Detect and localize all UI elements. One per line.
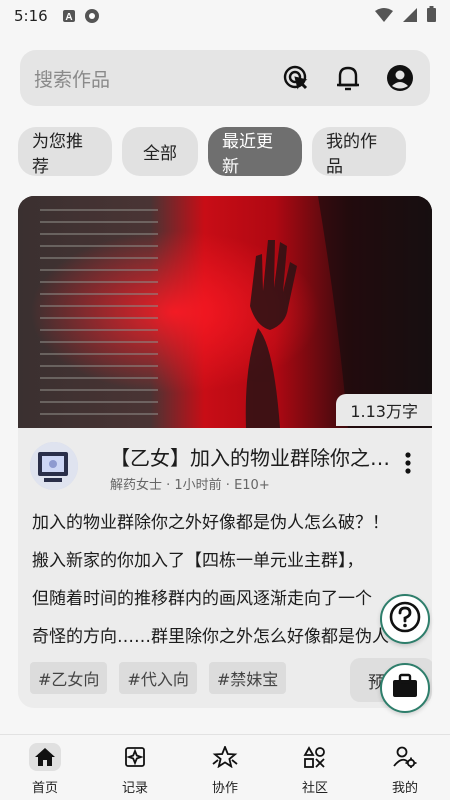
- nav-item-record[interactable]: 记录: [103, 743, 167, 796]
- tag[interactable]: #代入向: [119, 662, 197, 694]
- cover-image[interactable]: 1.13万字: [18, 196, 432, 428]
- word-count-badge: 1.13万字: [336, 394, 432, 426]
- help-button[interactable]: [380, 594, 430, 644]
- wifi-icon: [375, 7, 393, 26]
- tap-icon[interactable]: [280, 62, 312, 94]
- search-input[interactable]: 搜索作品: [34, 65, 280, 92]
- post-excerpt[interactable]: 加入的物业群除你之外好像都是伪人怎么破？！ 搬入新家的你加入了【四栋一单元业主群…: [32, 504, 424, 656]
- filter-chips: 为您推荐 全部 最近更新 我的作品: [18, 127, 406, 177]
- excerpt-line: 奇怪的方向……群里除你之外怎么好像都是伪人: [32, 627, 389, 647]
- tag[interactable]: #禁妹宝: [208, 662, 287, 694]
- status-bar: 5:16 A: [0, 0, 450, 32]
- excerpt-line: 加入的物业群除你之外好像都是伪人怎么破？！: [32, 513, 389, 533]
- svg-text:A: A: [65, 12, 72, 23]
- nav-label: 首页: [31, 781, 58, 796]
- excerpt-line: 但随着时间的推移群内的画风逐渐走向了一个: [32, 589, 372, 609]
- works-button[interactable]: [380, 663, 430, 713]
- filter-chip-recent[interactable]: 最近更新: [208, 127, 302, 177]
- keyboard-a-icon: A: [62, 9, 76, 23]
- bell-icon[interactable]: [332, 62, 364, 94]
- excerpt-line: 搬入新家的你加入了【四栋一单元业主群】，: [32, 551, 364, 571]
- filter-chip-mine[interactable]: 我的作品: [312, 127, 406, 177]
- nav-item-community[interactable]: 社区: [283, 743, 347, 796]
- community-icon: [299, 743, 331, 771]
- filter-chip-recommend[interactable]: 为您推荐: [18, 127, 112, 177]
- nav-item-home[interactable]: 首页: [13, 743, 77, 796]
- profile-icon: [389, 743, 421, 771]
- tag-list: #乙女向 #代入向 #禁妹宝: [30, 662, 287, 694]
- account-icon[interactable]: [384, 62, 416, 94]
- nav-item-profile[interactable]: 我的: [373, 743, 437, 796]
- help-icon: [388, 600, 422, 638]
- avatar[interactable]: [30, 442, 78, 490]
- work-card[interactable]: 1.13万字 【乙女】加入的物业群除你之外好像都是伪人怎么破？ 解药女士 · 1…: [18, 196, 432, 708]
- record-icon: [119, 743, 151, 771]
- cellular-icon: [403, 7, 417, 26]
- post-title[interactable]: 【乙女】加入的物业群除你之外好像都是伪人怎么破？: [110, 442, 395, 471]
- battery-icon: [427, 6, 436, 26]
- nav-item-collab[interactable]: 协作: [193, 743, 257, 796]
- bottom-navigation: 首页 记录 协作 社区 我的: [0, 734, 450, 800]
- more-options-icon[interactable]: [396, 448, 420, 478]
- briefcase-icon: [391, 673, 419, 703]
- post-meta: 解药女士 · 1小时前 · E10+: [110, 478, 270, 493]
- post-header: 【乙女】加入的物业群除你之外好像都是伪人怎么破？ 解药女士 · 1小时前 · E…: [30, 442, 420, 498]
- collab-icon: [209, 743, 241, 771]
- nav-label: 记录: [121, 781, 148, 796]
- nav-label: 我的: [391, 781, 418, 796]
- nav-label: 社区: [301, 781, 328, 796]
- status-time: 5:16: [14, 7, 48, 25]
- search-bar[interactable]: 搜索作品: [20, 50, 430, 106]
- filter-chip-all[interactable]: 全部: [122, 127, 198, 176]
- tag[interactable]: #乙女向: [30, 662, 108, 694]
- home-icon: [29, 743, 61, 771]
- app-notification-icon: [84, 8, 100, 24]
- nav-label: 协作: [211, 781, 238, 796]
